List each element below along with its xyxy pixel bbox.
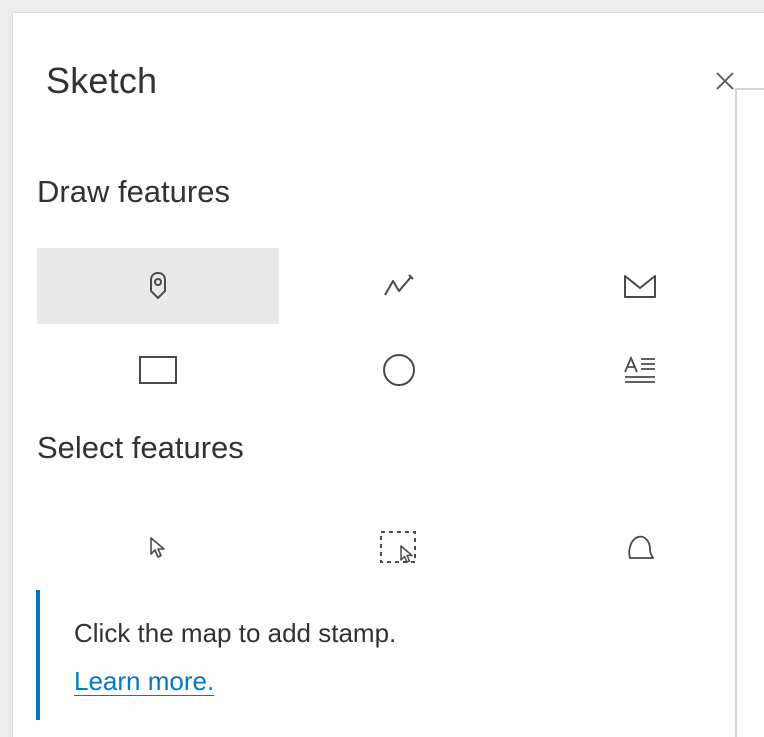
rectangle-tool-button[interactable] <box>37 332 279 408</box>
learn-more-link[interactable]: Learn more. <box>74 666 214 697</box>
panel-title: Sketch <box>46 60 158 101</box>
close-icon <box>716 72 734 90</box>
polygon-icon <box>624 275 656 298</box>
select-tool-button[interactable] <box>37 510 279 586</box>
rectangle-select-icon <box>380 531 416 563</box>
map-pin-icon <box>150 271 166 300</box>
rectangle-select-tool-button[interactable] <box>278 510 520 586</box>
circle-tool-button[interactable] <box>278 332 520 408</box>
hint-text: Click the map to add stamp. <box>74 618 397 648</box>
point-tool-button[interactable] <box>37 248 279 324</box>
text-icon <box>624 355 655 383</box>
lasso-icon <box>628 535 654 559</box>
circle-icon <box>383 354 415 386</box>
panel-divider-top <box>735 88 764 90</box>
polyline-icon <box>384 274 414 296</box>
draw-features-heading: Draw features <box>37 174 230 209</box>
panel-divider <box>735 88 737 737</box>
rectangle-icon <box>139 356 177 384</box>
polyline-tool-button[interactable] <box>278 248 520 324</box>
close-button[interactable] <box>712 68 738 94</box>
lasso-select-tool-button[interactable] <box>519 510 761 586</box>
cursor-icon <box>150 537 165 558</box>
select-features-heading: Select features <box>37 430 244 465</box>
hint-notice: Click the map to add stamp. Learn more. <box>36 590 656 720</box>
polygon-tool-button[interactable] <box>519 248 761 324</box>
text-tool-button[interactable] <box>519 332 761 408</box>
